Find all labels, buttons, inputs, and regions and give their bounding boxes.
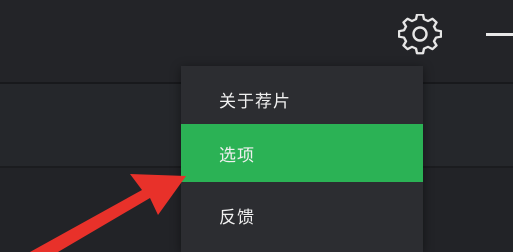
menu-item-label: 选项 — [219, 145, 255, 166]
minimize-icon — [486, 33, 513, 36]
settings-button[interactable] — [397, 13, 443, 59]
menu-item-label: 反馈 — [219, 207, 255, 228]
settings-dropdown-menu: 关于荐片 选项 反馈 — [181, 66, 423, 252]
minimize-button[interactable] — [480, 22, 513, 48]
menu-item-feedback[interactable]: 反馈 — [181, 186, 423, 244]
app-window: 关于荐片 选项 反馈 — [0, 0, 513, 252]
menu-item-options[interactable]: 选项 — [181, 124, 423, 182]
menu-item-label: 关于荐片 — [219, 91, 291, 112]
menu-item-about[interactable]: 关于荐片 — [181, 70, 423, 128]
gear-icon — [398, 14, 442, 55]
